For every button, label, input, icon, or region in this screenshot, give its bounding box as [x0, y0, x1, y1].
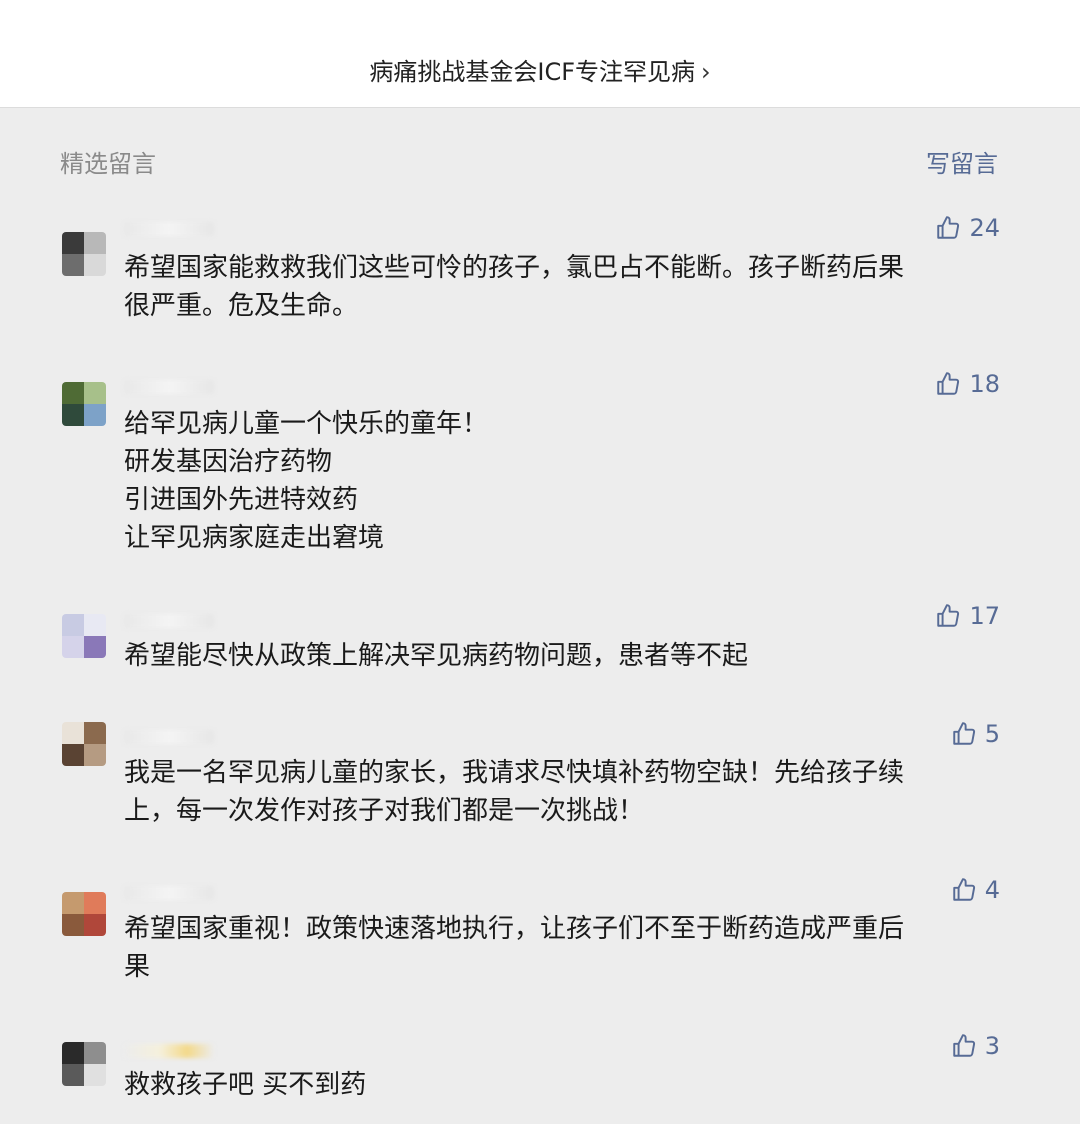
avatar[interactable]: [62, 614, 106, 658]
like-button[interactable]: 17: [935, 598, 1000, 634]
featured-comments-title: 精选留言: [60, 150, 156, 178]
thumbs-up-icon: [937, 372, 960, 395]
thumbs-up-icon: [937, 216, 960, 239]
like-button[interactable]: 5: [951, 716, 1000, 752]
like-count: 4: [984, 876, 1000, 904]
nickname-blurred[interactable]: [124, 614, 214, 628]
like-button[interactable]: 18: [935, 366, 1000, 402]
comment-text: 希望国家重视！政策快速落地执行，让孩子们不至于断药造成严重后 果: [124, 914, 905, 982]
thumbs-up-icon: [952, 878, 975, 901]
like-count: 17: [969, 602, 1000, 630]
like-count: 5: [984, 720, 1000, 748]
like-count: 3: [984, 1032, 1000, 1060]
like-button[interactable]: 24: [935, 210, 1000, 246]
account-link-label: 病痛挑战基金会ICF专注罕见病: [369, 58, 696, 86]
comment-text: 希望能尽快从政策上解决罕见病药物问题，患者等不起: [124, 641, 749, 671]
comment-text: 给罕见病儿童一个快乐的童年！ 研发基因治疗药物 引进国外先进特效药 让罕见病家庭…: [124, 409, 489, 553]
comment-text: 我是一名罕见病儿童的家长，我请求尽快填补药物空缺！先给孩子续 上，每一次发作对孩…: [124, 758, 905, 826]
like-button[interactable]: 3: [951, 1028, 1000, 1064]
account-link[interactable]: 病痛挑战基金会ICF专注罕见病 ›: [0, 50, 1080, 94]
avatar[interactable]: [62, 382, 106, 426]
chevron-right-icon: ›: [701, 58, 711, 86]
like-button[interactable]: 4: [951, 872, 1000, 908]
nickname-blurred[interactable]: [124, 730, 214, 744]
like-count: 18: [969, 370, 1000, 398]
nickname-blurred[interactable]: [124, 222, 214, 236]
write-comment-button[interactable]: 写留言: [926, 146, 998, 182]
avatar[interactable]: [62, 232, 106, 276]
comment-text: 救救孩子吧 买不到药: [124, 1070, 367, 1100]
nickname-blurred[interactable]: [124, 380, 214, 394]
avatar[interactable]: [62, 1042, 106, 1086]
thumbs-up-icon: [937, 604, 960, 627]
thumbs-up-icon: [952, 1034, 975, 1057]
nickname-blurred[interactable]: [124, 886, 214, 900]
like-count: 24: [969, 214, 1000, 242]
thumbs-up-icon: [952, 722, 975, 745]
nickname-blurred[interactable]: [124, 1044, 214, 1058]
article-header: 病痛挑战基金会ICF专注罕见病 ›: [0, 0, 1080, 108]
avatar[interactable]: [62, 722, 106, 766]
comment-text: 希望国家能救救我们这些可怜的孩子，氯巴占不能断。孩子断药后果 很严重。危及生命。: [124, 253, 905, 321]
avatar[interactable]: [62, 892, 106, 936]
